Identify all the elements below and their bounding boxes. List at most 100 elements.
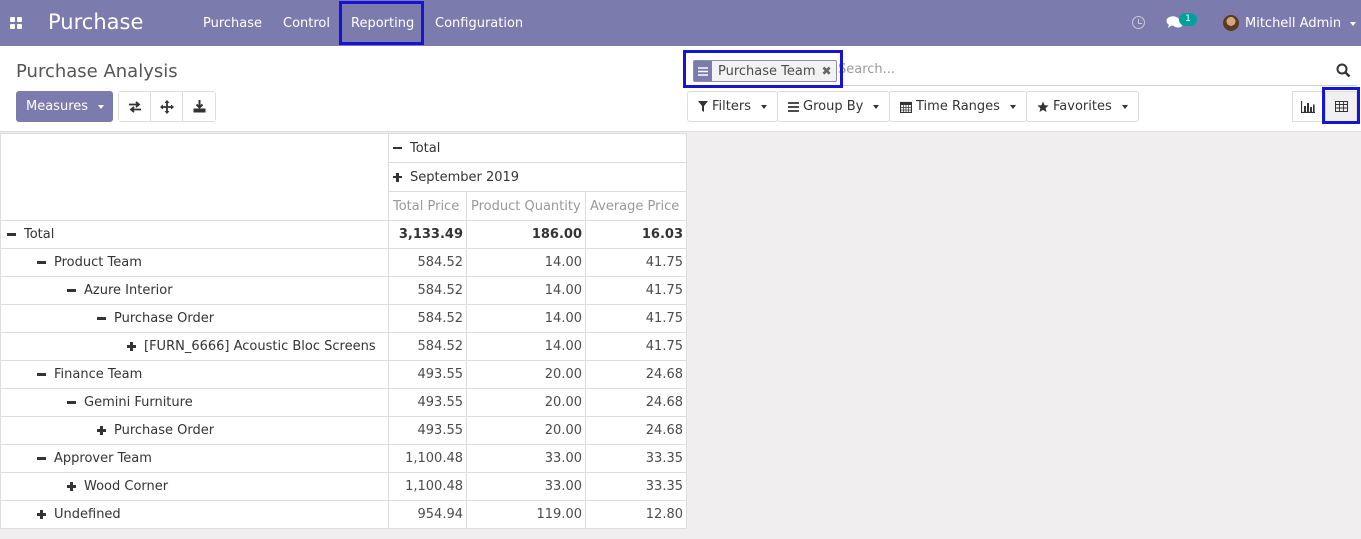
col-header-total-label: Total xyxy=(410,140,441,156)
table-row: Approver Team 1,100.48 33.00 33.35 xyxy=(0,444,687,473)
table-cell[interactable]: 33.35 xyxy=(585,444,687,473)
search-icon[interactable] xyxy=(1336,63,1351,78)
row-header[interactable]: [FURN_6666] Acoustic Bloc Screens xyxy=(0,332,389,361)
table-cell[interactable]: 493.55 xyxy=(388,360,467,389)
pivot-table: Total September 2019 Total Price Product… xyxy=(0,133,687,529)
table-cell[interactable]: 24.68 xyxy=(585,416,687,445)
table-cell[interactable]: 14.00 xyxy=(466,332,586,361)
plus-icon xyxy=(37,510,46,519)
filters-label: Filters xyxy=(712,99,751,114)
table-cell[interactable]: 33.00 xyxy=(466,472,586,501)
table-cell[interactable]: 14.00 xyxy=(466,304,586,333)
table-cell[interactable]: 1,100.48 xyxy=(388,472,467,501)
measure-header-product-quantity[interactable]: Product Quantity xyxy=(466,191,586,221)
col-header-month[interactable]: September 2019 xyxy=(388,162,687,192)
table-row: Undefined 954.94 119.00 12.80 xyxy=(0,500,687,529)
user-name[interactable]: Mitchell Admin xyxy=(1245,16,1341,31)
row-header[interactable]: Finance Team xyxy=(0,360,389,389)
table-cell[interactable]: 33.35 xyxy=(585,472,687,501)
col-header-month-label: September 2019 xyxy=(410,169,520,185)
measures-button[interactable]: Measures xyxy=(16,91,113,122)
table-cell[interactable]: 33.00 xyxy=(466,444,586,473)
flip-axis-button[interactable] xyxy=(119,92,151,121)
table-cell[interactable]: 584.52 xyxy=(388,304,467,333)
table-cell[interactable]: 14.00 xyxy=(466,248,586,277)
favorites-button[interactable]: Favorites xyxy=(1026,91,1139,122)
table-cell[interactable]: 1,100.48 xyxy=(388,444,467,473)
row-header-label: Product Team xyxy=(54,255,142,270)
row-header[interactable]: Undefined xyxy=(0,500,389,529)
table-cell[interactable]: 584.52 xyxy=(388,332,467,361)
row-header[interactable]: Approver Team xyxy=(0,444,389,473)
table-cell[interactable]: 41.75 xyxy=(585,332,687,361)
minus-icon xyxy=(67,289,76,292)
table-cell[interactable]: 3,133.49 xyxy=(388,220,467,249)
table-cell[interactable]: 493.55 xyxy=(388,388,467,417)
minus-icon xyxy=(67,401,76,404)
group-by-button[interactable]: Group By xyxy=(777,91,890,122)
menu-purchase[interactable]: Purchase xyxy=(203,16,262,31)
table-cell[interactable]: 20.00 xyxy=(466,416,586,445)
table-cell[interactable]: 24.68 xyxy=(585,388,687,417)
row-header[interactable]: Gemini Furniture xyxy=(0,388,389,417)
time-ranges-button[interactable]: Time Ranges xyxy=(889,91,1027,122)
favorites-label: Favorites xyxy=(1053,99,1112,114)
row-header[interactable]: Purchase Order xyxy=(0,304,389,333)
app-brand[interactable]: Purchase xyxy=(48,10,143,34)
table-cell[interactable]: 24.68 xyxy=(585,360,687,389)
row-header-label: Total xyxy=(24,227,55,242)
bars-icon xyxy=(788,101,799,112)
arrows-move-icon xyxy=(159,99,174,114)
measure-header-total-price[interactable]: Total Price xyxy=(388,191,467,221)
table-cell[interactable]: 186.00 xyxy=(466,220,586,249)
table-row: Product Team 584.52 14.00 41.75 xyxy=(0,248,687,277)
table-cell[interactable]: 41.75 xyxy=(585,304,687,333)
table-cell[interactable]: 20.00 xyxy=(466,360,586,389)
activity-clock-icon[interactable] xyxy=(1132,16,1145,29)
graph-view-button[interactable] xyxy=(1292,91,1324,122)
table-cell[interactable]: 41.75 xyxy=(585,248,687,277)
row-header-label: Azure Interior xyxy=(84,283,173,298)
search-input[interactable] xyxy=(838,62,1328,77)
user-avatar[interactable] xyxy=(1223,15,1239,31)
measure-header-average-price[interactable]: Average Price xyxy=(585,191,687,221)
top-navbar: Purchase Purchase Control Reporting Conf… xyxy=(0,0,1361,46)
table-row: Purchase Order 584.52 14.00 41.75 xyxy=(0,304,687,333)
caret-down-icon xyxy=(873,104,880,109)
row-header[interactable]: Azure Interior xyxy=(0,276,389,305)
table-cell[interactable]: 16.03 xyxy=(585,220,687,249)
row-header[interactable]: Total xyxy=(0,220,389,249)
time-ranges-label: Time Ranges xyxy=(916,99,1000,114)
table-row: Wood Corner 1,100.48 33.00 33.35 xyxy=(0,472,687,501)
minus-icon xyxy=(97,317,106,320)
caret-down-icon xyxy=(1121,104,1128,109)
menu-configuration[interactable]: Configuration xyxy=(435,16,523,31)
download-icon xyxy=(193,100,205,113)
bar-chart-icon xyxy=(1301,100,1315,113)
table-cell[interactable]: 20.00 xyxy=(466,388,586,417)
minus-icon xyxy=(393,146,402,150)
facet-highlight-box xyxy=(683,50,843,88)
table-cell[interactable]: 41.75 xyxy=(585,276,687,305)
download-button[interactable] xyxy=(183,92,215,121)
apps-menu-icon[interactable] xyxy=(10,17,22,29)
calendar-icon xyxy=(900,101,912,113)
table-cell[interactable]: 954.94 xyxy=(388,500,467,529)
user-menu-caret-icon[interactable] xyxy=(1350,22,1356,26)
table-cell[interactable]: 119.00 xyxy=(466,500,586,529)
table-cell[interactable]: 12.80 xyxy=(585,500,687,529)
expand-all-button[interactable] xyxy=(151,92,183,121)
menu-control[interactable]: Control xyxy=(283,16,330,31)
table-cell[interactable]: 584.52 xyxy=(388,276,467,305)
table-cell[interactable]: 14.00 xyxy=(466,276,586,305)
caret-down-icon xyxy=(760,104,767,109)
filters-button[interactable]: Filters xyxy=(687,91,778,122)
col-header-total[interactable]: Total xyxy=(388,133,687,163)
row-header[interactable]: Product Team xyxy=(0,248,389,277)
row-header[interactable]: Wood Corner xyxy=(0,472,389,501)
exchange-icon xyxy=(128,100,141,113)
plus-icon xyxy=(67,482,76,491)
table-cell[interactable]: 584.52 xyxy=(388,248,467,277)
row-header[interactable]: Purchase Order xyxy=(0,416,389,445)
table-cell[interactable]: 493.55 xyxy=(388,416,467,445)
